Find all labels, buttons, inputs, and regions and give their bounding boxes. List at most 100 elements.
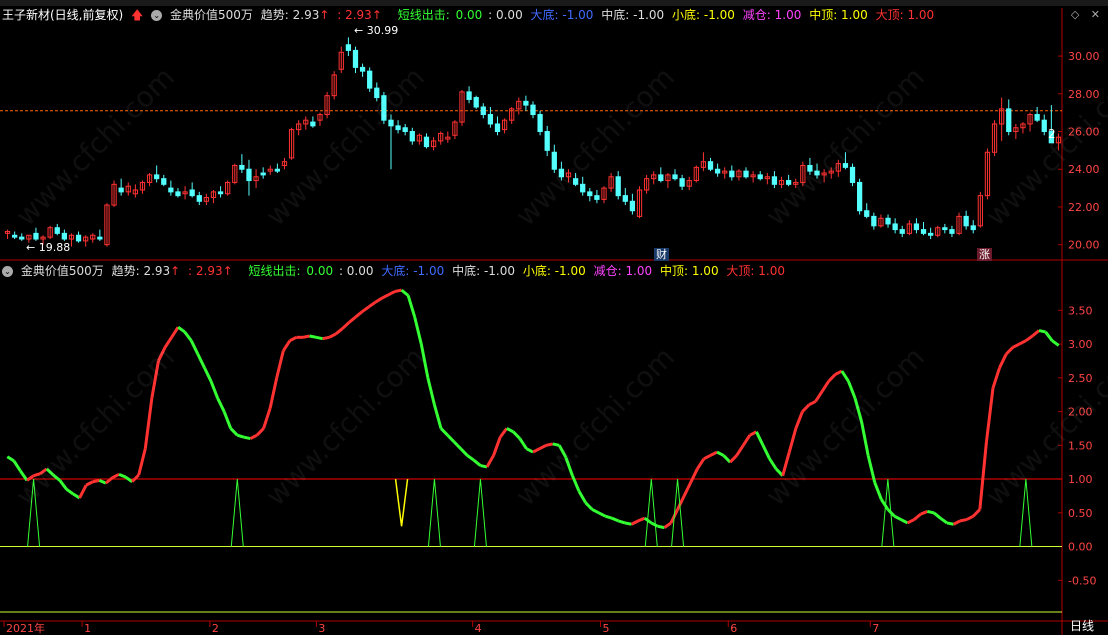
sub-indicator-settings-icon[interactable]: ⌄ [2,266,13,277]
candle-body-82 [587,191,593,197]
trend-seg-95 [624,521,632,526]
candle-body-10 [75,234,82,242]
short-spike-65 [427,479,441,547]
indicator-name[interactable]: 金典价值500万 [170,8,253,22]
trend-seg-68 [446,434,456,443]
candle-body-27 [196,195,202,202]
trend-seg-142 [932,511,942,520]
trend-seg-74 [485,454,495,468]
trend-seg-62 [406,295,417,318]
sub-ytick-label-5: 2.00 [1068,406,1093,419]
trend-seg-130 [853,397,864,423]
trend-seg-124 [814,390,824,403]
short-label: 短线出击: [397,8,450,22]
small-bottom: 小底: -1.00 [672,8,735,22]
candle-body-83 [594,195,600,200]
candle-body-49 [352,49,359,68]
trend-seg-160 [1051,339,1060,347]
trend-seg-113 [742,434,752,447]
trend-seg-70 [459,447,469,457]
candle-body-53 [381,95,387,121]
candle-body-8 [61,232,67,240]
candle-body-38 [274,168,281,172]
candle-body-92 [658,174,664,182]
candle-body-51 [367,70,373,89]
short-value: 0.00 [455,8,483,22]
candle-body-76 [544,131,550,151]
trend-seg-9 [58,479,68,491]
mid-top: 中顶: 1.00 [809,8,868,22]
chart-canvas[interactable]: 20.0022.0024.0026.0028.0030.00-0.500.000… [0,0,1108,635]
candle-body-67 [480,106,486,116]
zhang-badge[interactable]: 涨 [977,248,992,261]
trend-seg-151 [991,367,1001,389]
trend-seg-60 [394,288,402,293]
candle-body-114 [814,170,820,176]
trend-seg-145 [952,519,961,526]
trend-seg-31 [203,367,213,382]
cai-badge[interactable]: 财 [654,248,669,261]
candle-body-128 [913,223,920,231]
trend-seg-49 [322,335,330,341]
trend-seg-32 [209,380,219,399]
close-icon[interactable]: ✕ [1091,8,1100,21]
main-chart-header: 王子新材(日线,前复权) 🡅 ⌄ 金典价值500万 趋势: 2.93↑ : 2.… [2,7,938,23]
big-top: 大顶: 1.00 [875,8,935,22]
trend-seg-46 [302,334,310,339]
main-ytick-label-3: 26.00 [1068,126,1100,139]
candle-body-88 [629,200,636,212]
x-label-2: 2 [212,622,219,635]
trend-seg-129 [847,380,857,399]
trend-seg-36 [236,433,245,439]
trend-seg-52 [341,321,351,330]
trend-arrow-icon: ↑ [319,8,330,22]
trend-seg-123 [808,400,817,407]
period-label[interactable]: 日线 [1068,620,1096,633]
trend-seg-27 [177,325,186,334]
candle-body-129 [920,229,927,234]
trend-seg-71 [466,454,475,462]
candle-body-2 [19,236,25,240]
trend-seg-93 [611,516,619,523]
trend-seg-6 [39,467,48,475]
trend-seg-66 [432,404,443,429]
trend-seg-55 [361,305,370,313]
candle-body-126 [899,229,905,234]
trend-seg-141 [926,509,935,515]
trend-seg-77 [506,427,514,434]
trend-seg-146 [959,518,968,523]
trend-seg-157 [1031,329,1040,338]
trend-seg-133 [873,481,883,500]
trend-seg-90 [591,508,600,515]
trend-seg-86 [564,456,574,477]
trend-seg-53 [348,315,357,324]
trend-seg-88 [577,490,587,504]
trend-seg-92 [604,514,613,520]
sub-ytick-label-8: 3.50 [1068,304,1093,317]
diamond-icon[interactable]: ◇ [1071,8,1079,21]
trend-seg-69 [453,440,462,450]
indicator-settings-icon[interactable]: ⌄ [151,10,163,21]
candle-body-122 [871,215,877,227]
candle-body-13 [97,236,103,240]
sub-trend-arrow-icon-2: ↑ [222,264,233,278]
right-edge-number: 2 [1048,127,1056,141]
short-spike-72 [473,479,487,547]
candle-body-110 [785,180,792,185]
trend-seg-1 [6,455,15,463]
candle-body-43 [310,121,316,127]
sub-indicator-name[interactable]: 金典价值500万 [21,264,104,278]
sub-mid-top: 中顶: 1.00 [660,264,719,278]
trend-seg-4 [26,474,35,482]
trend-seg-108 [709,450,718,457]
trend-seg-75 [492,436,502,456]
low-marker: ← 19.88 [26,241,71,254]
candle-body-50 [359,66,366,72]
trend-seg-148 [972,508,981,518]
stock-name[interactable]: 王子新材(日线,前复权) [2,8,123,22]
candle-body-48 [345,44,352,51]
trend-seg-109 [716,450,725,457]
candle-body-136 [970,225,976,231]
candle-body-87 [622,195,628,202]
trend-seg-82 [538,443,547,451]
